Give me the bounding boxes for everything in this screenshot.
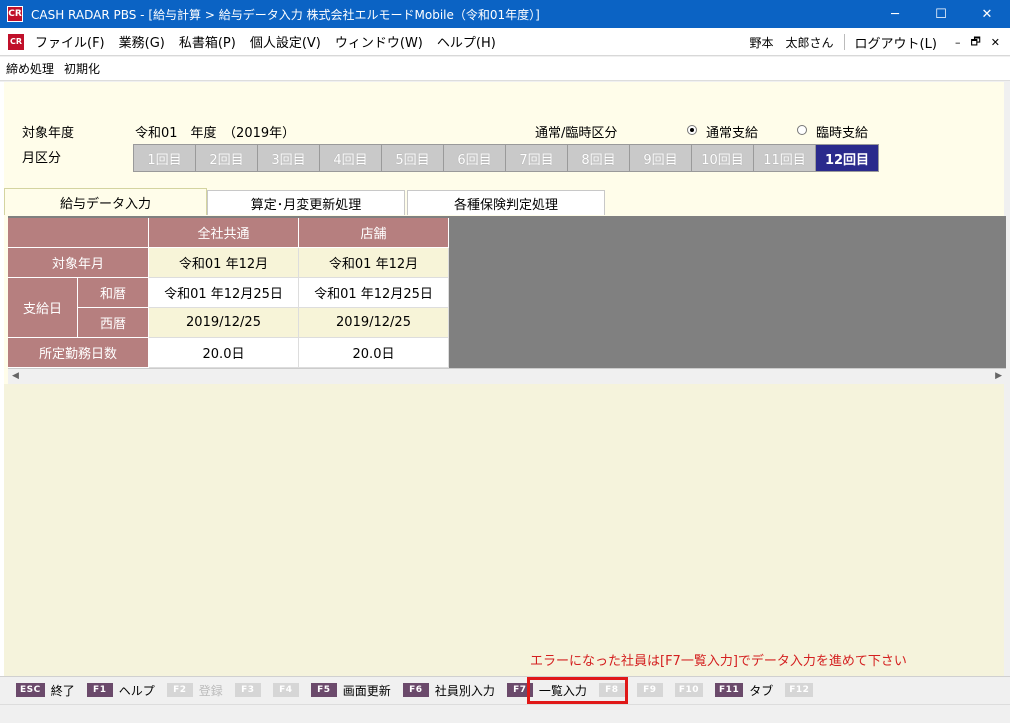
row-header-wareki: 和暦 bbox=[78, 278, 149, 308]
f10-key-cap: F10 bbox=[674, 683, 704, 697]
initialize-button[interactable]: 初期化 bbox=[64, 60, 100, 77]
month-10-button[interactable]: 10回目 bbox=[692, 145, 754, 171]
f11-key-cap: F11 bbox=[715, 683, 744, 697]
f10-key-button[interactable]: F10 bbox=[674, 683, 704, 697]
status-bar bbox=[0, 704, 1010, 723]
cell-work-days-store[interactable]: 20.0日 bbox=[299, 338, 449, 368]
col-header-company: 全社共通 bbox=[149, 218, 299, 248]
month-7-button[interactable]: 7回目 bbox=[506, 145, 568, 171]
menu-business[interactable]: 業務(G) bbox=[112, 32, 172, 51]
f6-key-cap: F6 bbox=[402, 683, 429, 697]
f2-key-label: 登録 bbox=[198, 683, 223, 698]
f2-key-button[interactable]: F2 登録 bbox=[166, 682, 223, 699]
f3-key-button[interactable]: F3 bbox=[234, 683, 261, 697]
f12-key-cap: F12 bbox=[785, 683, 814, 697]
col-header-store: 店舗 bbox=[299, 218, 449, 248]
sub-toolbar: 締め処理 初期化 bbox=[0, 57, 1010, 81]
month-8-button[interactable]: 8回目 bbox=[568, 145, 630, 171]
f5-key-cap: F5 bbox=[310, 683, 337, 697]
row-header-work-days: 所定勤務日数 bbox=[8, 338, 149, 368]
cell-work-days-company[interactable]: 20.0日 bbox=[149, 338, 299, 368]
esc-key-cap: ESC bbox=[16, 683, 45, 697]
scroll-left-icon[interactable]: ◀ bbox=[12, 371, 19, 381]
cell-payday-seireki-store[interactable]: 2019/12/25 bbox=[299, 308, 449, 338]
f5-key-label: 画面更新 bbox=[342, 683, 391, 698]
menu-divider bbox=[843, 34, 845, 50]
month-3-button[interactable]: 3回目 bbox=[258, 145, 320, 171]
maximize-button[interactable]: ☐ bbox=[918, 0, 964, 28]
row-header-seireki: 西暦 bbox=[78, 308, 149, 338]
regular-pay-radio[interactable] bbox=[687, 125, 697, 135]
month-12-button[interactable]: 12回目 bbox=[816, 145, 878, 171]
lower-panel bbox=[4, 384, 1004, 676]
row-header-payday: 支給日 bbox=[8, 278, 78, 338]
horizontal-scrollbar[interactable]: ◀ ▶ bbox=[8, 368, 1006, 384]
f7-highlight-box bbox=[527, 677, 628, 704]
temporary-pay-label[interactable]: 臨時支給 bbox=[816, 122, 868, 141]
cell-target-month-company[interactable]: 令和01 年12月 bbox=[149, 248, 299, 278]
cell-payday-wareki-store[interactable]: 令和01 年12月25日 bbox=[299, 278, 449, 308]
month-1-button[interactable]: 1回目 bbox=[134, 145, 196, 171]
f2-key-cap: F2 bbox=[166, 683, 193, 697]
temporary-pay-radio[interactable] bbox=[797, 125, 807, 135]
menu-bar: CR ファイル(F) 業務(G) 私書箱(P) 個人設定(V) ウィンドウ(W)… bbox=[0, 28, 1010, 56]
scroll-right-icon[interactable]: ▶ bbox=[995, 371, 1002, 381]
f1-key-button[interactable]: F1 ヘルプ bbox=[86, 682, 155, 699]
month-label: 月区分 bbox=[22, 151, 62, 166]
function-key-bar: ESC 終了 F1 ヘルプ F2 登録 F3 F4 F5 画面更新 F6 社員別入力 F7… bbox=[0, 676, 1010, 703]
f6-key-button[interactable]: F6 社員別入力 bbox=[402, 682, 495, 699]
f4-key-button[interactable]: F4 bbox=[272, 683, 299, 697]
esc-key-label: 終了 bbox=[50, 683, 75, 698]
month-4-button[interactable]: 4回目 bbox=[320, 145, 382, 171]
menu-window[interactable]: ウィンドウ(W) bbox=[328, 32, 430, 51]
logout-button[interactable]: ログアウト(L) bbox=[855, 33, 937, 52]
month-5-button[interactable]: 5回目 bbox=[382, 145, 444, 171]
app-menu-icon[interactable]: CR bbox=[8, 33, 24, 50]
window-title: CASH RADAR PBS - [給与計算 > 給与データ入力 株式会社エルモ… bbox=[31, 7, 540, 22]
f1-key-label: ヘルプ bbox=[118, 683, 155, 698]
f3-key-cap: F3 bbox=[234, 683, 261, 697]
mdi-close-button[interactable]: ✕ bbox=[991, 36, 1000, 49]
user-name: 野本 太郎さん bbox=[749, 35, 834, 50]
menu-file[interactable]: ファイル(F) bbox=[28, 32, 112, 51]
tab-calculation-update[interactable]: 算定･月変更新処理 bbox=[207, 190, 405, 215]
mdi-restore-button[interactable]: 🗗 bbox=[970, 33, 980, 52]
menu-help[interactable]: ヘルプ(H) bbox=[430, 32, 503, 51]
cell-target-month-store[interactable]: 令和01 年12月 bbox=[299, 248, 449, 278]
mdi-minimize-button[interactable]: – bbox=[955, 36, 961, 49]
year-label: 対象年度 bbox=[22, 126, 75, 141]
year-value: 令和01 年度 （2019年） bbox=[135, 126, 296, 141]
esc-key-button[interactable]: ESC 終了 bbox=[16, 682, 75, 699]
close-button[interactable]: ✕ bbox=[964, 0, 1010, 28]
month-2-button[interactable]: 2回目 bbox=[196, 145, 258, 171]
type-label: 通常/臨時区分 bbox=[535, 126, 618, 141]
cell-payday-seireki-company[interactable]: 2019/12/25 bbox=[149, 308, 299, 338]
error-message: エラーになった社員は[F7一覧入力]でデータ入力を進めて下さい bbox=[530, 654, 907, 669]
row-header-target-month: 対象年月 bbox=[8, 248, 149, 278]
regular-pay-label[interactable]: 通常支給 bbox=[706, 122, 758, 141]
tab-insurance-judgment[interactable]: 各種保険判定処理 bbox=[407, 190, 605, 215]
f1-key-cap: F1 bbox=[86, 683, 113, 697]
month-11-button[interactable]: 11回目 bbox=[754, 145, 816, 171]
f11-key-button[interactable]: F11 タブ bbox=[715, 682, 773, 699]
month-selector: 1回目 2回目 3回目 4回目 5回目 6回目 7回目 8回目 9回目 10回目… bbox=[133, 144, 879, 172]
closing-process-button[interactable]: 締め処理 bbox=[6, 60, 54, 77]
title-bar: CR CASH RADAR PBS - [給与計算 > 給与データ入力 株式会社… bbox=[0, 0, 1010, 28]
f5-key-button[interactable]: F5 画面更新 bbox=[310, 682, 391, 699]
f12-key-button[interactable]: F12 bbox=[785, 683, 814, 697]
f11-key-label: タブ bbox=[749, 683, 774, 698]
f9-key-cap: F9 bbox=[636, 683, 663, 697]
month-9-button[interactable]: 9回目 bbox=[630, 145, 692, 171]
tab-salary-data-input[interactable]: 給与データ入力 bbox=[4, 188, 207, 215]
month-6-button[interactable]: 6回目 bbox=[444, 145, 506, 171]
menu-mailbox[interactable]: 私書箱(P) bbox=[172, 32, 243, 51]
app-logo-icon: CR bbox=[7, 6, 23, 22]
minimize-button[interactable]: ─ bbox=[872, 0, 918, 28]
f4-key-cap: F4 bbox=[272, 683, 299, 697]
grid-corner-header bbox=[8, 218, 149, 248]
f9-key-button[interactable]: F9 bbox=[636, 683, 663, 697]
cell-payday-wareki-company[interactable]: 令和01 年12月25日 bbox=[149, 278, 299, 308]
f6-key-label: 社員別入力 bbox=[434, 683, 495, 698]
menu-personal-settings[interactable]: 個人設定(V) bbox=[243, 32, 328, 51]
